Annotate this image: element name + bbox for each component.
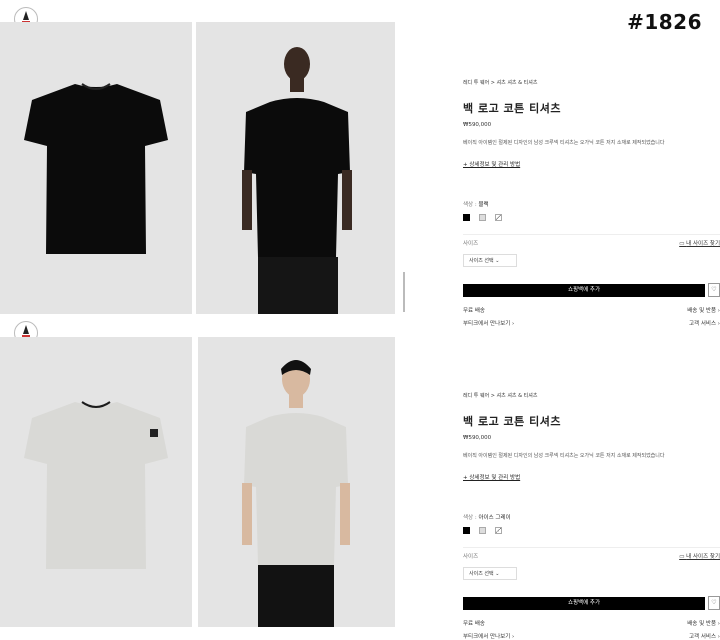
swatch-unavailable[interactable] (495, 527, 502, 534)
size-select[interactable]: 사이즈 선택 ⌄ (463, 567, 517, 580)
chevron-down-icon: ⌄ (495, 571, 500, 577)
wishlist-heart-icon[interactable]: ♡ (708, 596, 720, 610)
product-flat-image-grey[interactable] (0, 337, 192, 627)
color-label: 색상 : 블랙 (463, 202, 489, 208)
swatch-grey[interactable] (479, 214, 486, 221)
product-price: ₩590,000 (463, 435, 492, 441)
scrollbar-top[interactable] (403, 272, 405, 312)
add-to-bag-button[interactable]: 쇼핑백에 추가 (463, 596, 705, 610)
size-select[interactable]: 사이즈 선택 ⌄ (463, 254, 517, 267)
product-info-black: 레디 투 웨어 > 셔츠 셔츠 & 티셔츠 백 로고 코튼 티셔츠 ₩590,0… (463, 79, 720, 327)
color-swatches (463, 214, 720, 221)
swatch-grey[interactable] (479, 527, 486, 534)
size-guide-link[interactable]: ▭ 내 사이즈 찾기 (679, 239, 720, 247)
color-value: 아이스 그레이 (478, 515, 511, 521)
product-description: 베이직 아이템인 절제된 디자인의 남성 크루넥 티셔츠는 오가닉 코튼 저지 … (463, 453, 665, 459)
breadcrumb[interactable]: 레디 투 웨어 > 셔츠 셔츠 & 티셔츠 (463, 79, 720, 86)
swatch-black[interactable] (463, 214, 470, 221)
customer-service-link[interactable]: 고객 서비스 › (689, 632, 720, 640)
details-care-link[interactable]: + 상세정보 및 관리 방법 (463, 473, 720, 481)
post-number-tag: #1826 (627, 10, 702, 34)
product-model-image-grey[interactable] (198, 337, 395, 627)
product-title: 백 로고 코튼 티셔츠 (463, 415, 561, 428)
size-label: 사이즈 (463, 241, 479, 247)
free-shipping-label: 무료 배송 (463, 621, 485, 627)
chevron-down-icon: ⌄ (495, 258, 500, 264)
customer-service-link[interactable]: 고객 서비스 › (689, 319, 720, 327)
size-row: 사이즈 ▭ 내 사이즈 찾기 (463, 547, 720, 560)
product-model-image-black[interactable] (196, 22, 395, 314)
size-label: 사이즈 (463, 554, 479, 560)
swatch-black[interactable] (463, 527, 470, 534)
boutique-link[interactable]: 부티크에서 만나보기 › (463, 319, 514, 327)
swatch-unavailable[interactable] (495, 214, 502, 221)
shipping-returns-link[interactable]: 배송 및 반품 › (687, 306, 720, 314)
product-info-grey: 레디 투 웨어 > 셔츠 셔츠 & 티셔츠 백 로고 코튼 티셔츠 ₩590,0… (463, 392, 720, 640)
product-flat-image-black[interactable] (0, 22, 192, 314)
product-description: 베이직 아이템인 절제된 디자인의 남성 크루넥 티셔츠는 오가닉 코튼 저지 … (463, 140, 665, 146)
product-title: 백 로고 코튼 티셔츠 (463, 102, 561, 115)
wishlist-heart-icon[interactable]: ♡ (708, 283, 720, 297)
shipping-returns-link[interactable]: 배송 및 반품 › (687, 619, 720, 627)
size-row: 사이즈 ▭ 내 사이즈 찾기 (463, 234, 720, 247)
free-shipping-label: 무료 배송 (463, 308, 485, 314)
color-label: 색상 : 아이스 그레이 (463, 515, 511, 521)
size-guide-link[interactable]: ▭ 내 사이즈 찾기 (679, 552, 720, 560)
breadcrumb[interactable]: 레디 투 웨어 > 셔츠 셔츠 & 티셔츠 (463, 392, 720, 399)
add-to-bag-button[interactable]: 쇼핑백에 추가 (463, 283, 705, 297)
color-swatches (463, 527, 720, 534)
product-price: ₩590,000 (463, 122, 492, 128)
details-care-link[interactable]: + 상세정보 및 관리 방법 (463, 160, 720, 168)
boutique-link[interactable]: 부티크에서 만나보기 › (463, 632, 514, 640)
color-value: 블랙 (478, 202, 489, 208)
